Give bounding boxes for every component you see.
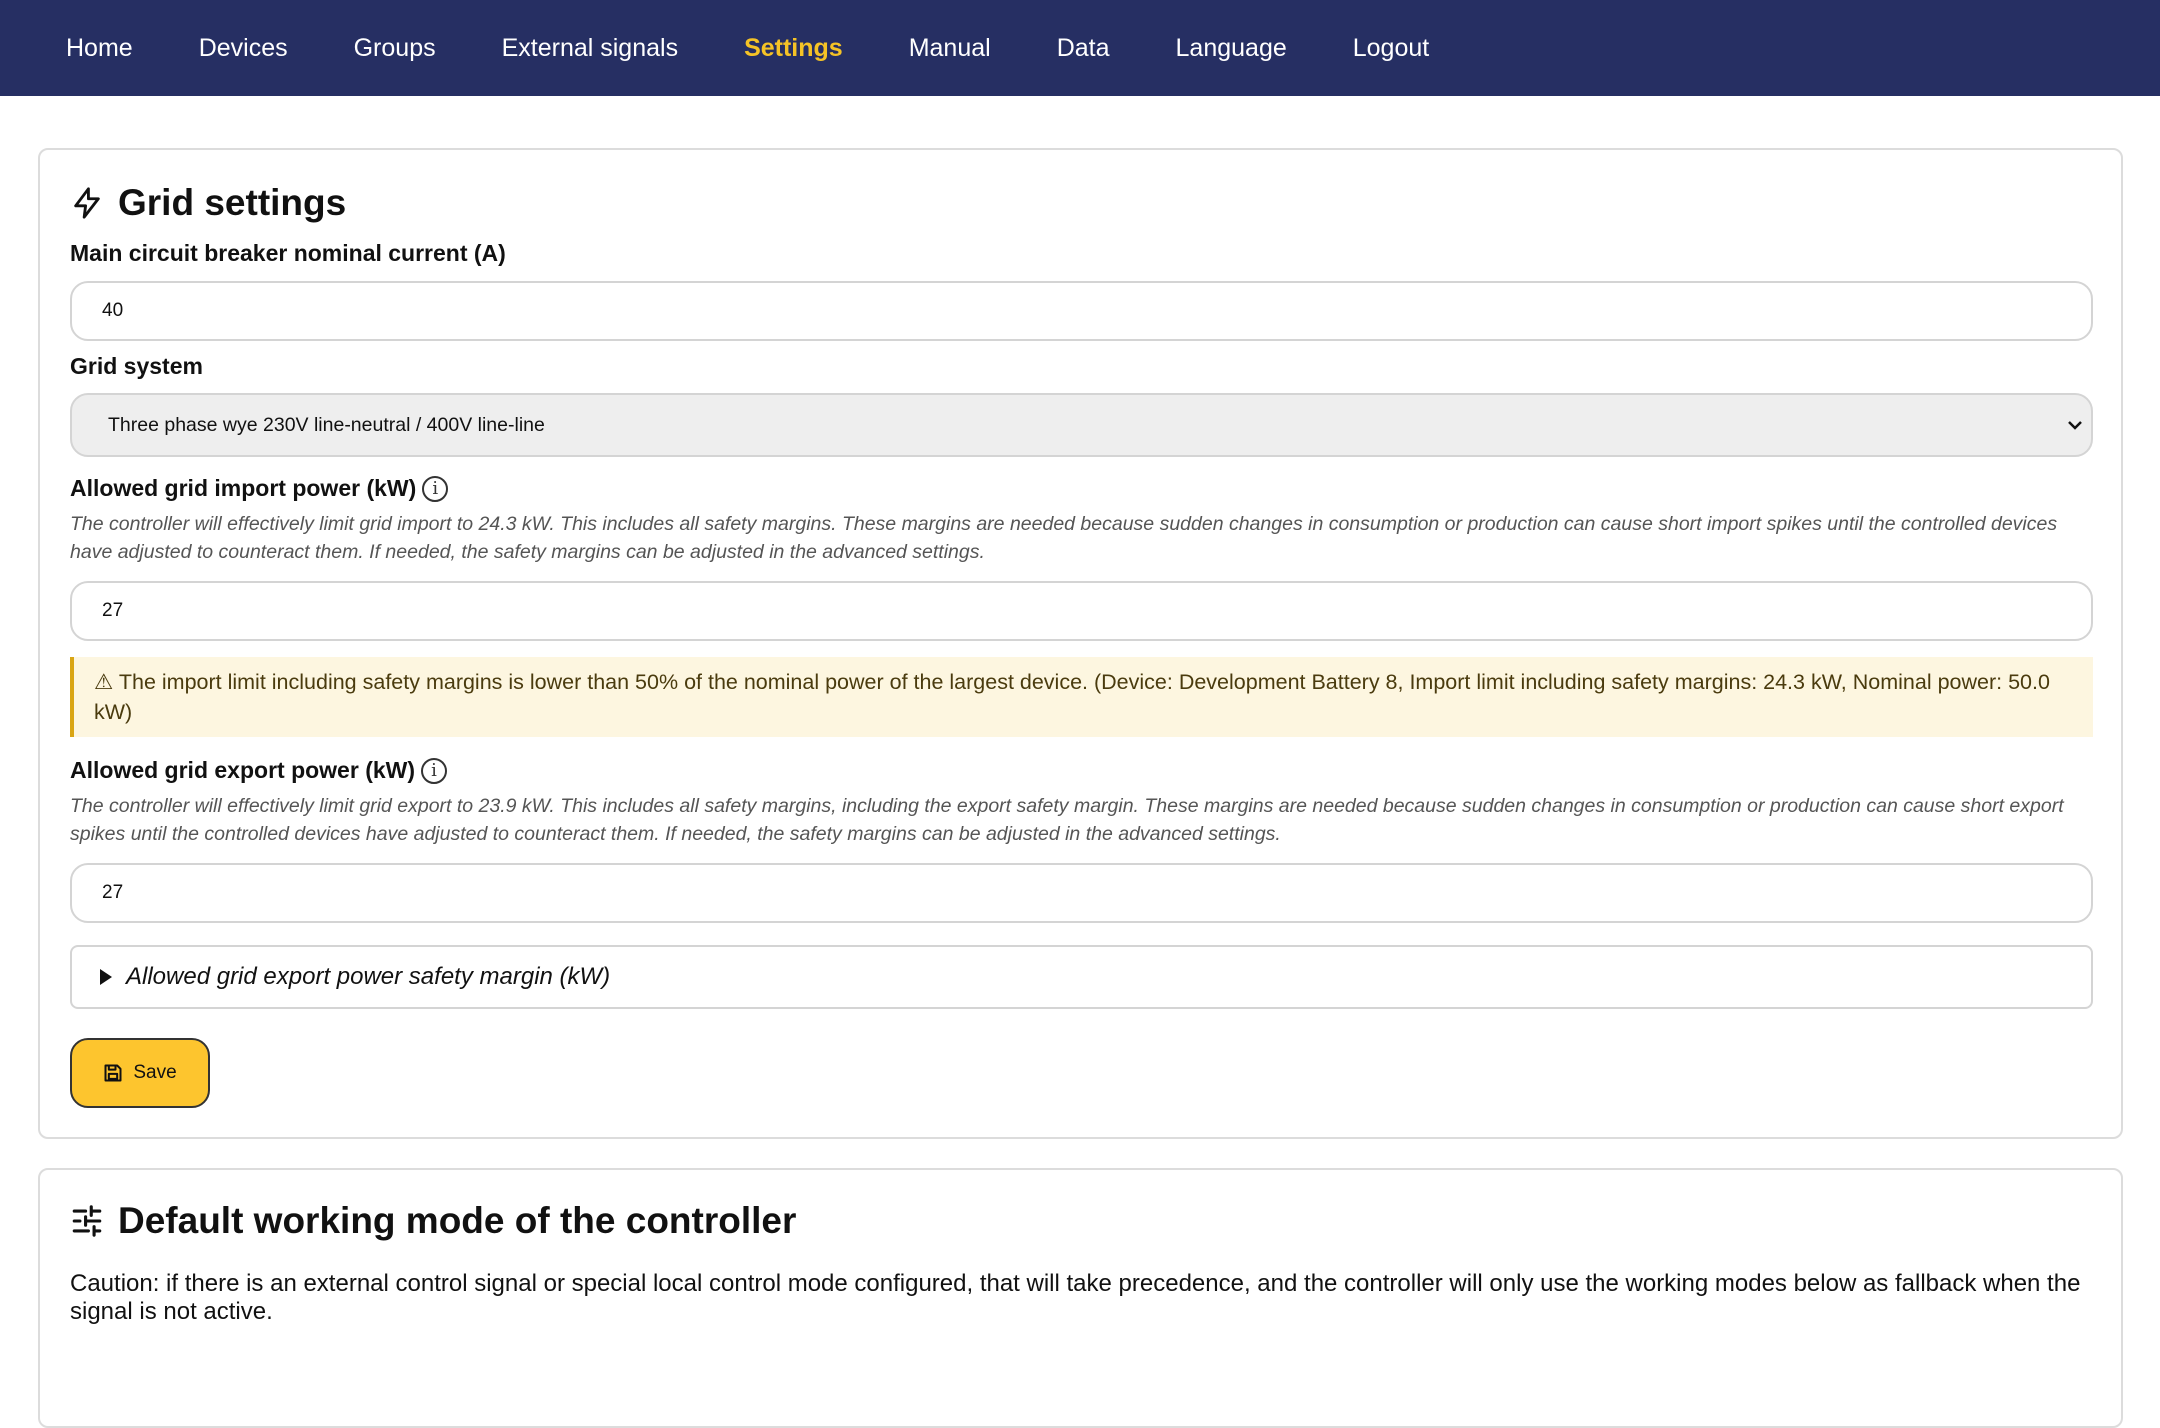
export-label: Allowed grid export power (kW) i: [70, 757, 448, 784]
sliders-icon: [72, 1205, 102, 1237]
breaker-label: Main circuit breaker nominal current (A): [70, 240, 506, 267]
grid-system-label: Grid system: [70, 353, 203, 380]
grid-system-selected-value: Three phase wye 230V line-neutral / 400V…: [108, 413, 545, 436]
breaker-current-input[interactable]: [70, 281, 2093, 341]
nav-groups[interactable]: Groups: [354, 34, 436, 63]
import-warning: ⚠ The import limit including safety marg…: [70, 657, 2093, 737]
nav-data[interactable]: Data: [1057, 34, 1110, 63]
grid-system-select[interactable]: Three phase wye 230V line-neutral / 400V…: [70, 393, 2093, 457]
working-mode-title: Default working mode of the controller: [118, 1200, 797, 1241]
info-icon[interactable]: i: [421, 757, 448, 784]
nav-language[interactable]: Language: [1176, 34, 1287, 63]
nav-external-signals[interactable]: External signals: [502, 34, 678, 63]
import-label-text: Allowed grid import power (kW): [70, 475, 417, 501]
export-safety-margin-toggle[interactable]: Allowed grid export power safety margin …: [70, 945, 2093, 1009]
import-label: Allowed grid import power (kW) i: [70, 475, 449, 502]
import-help-text: The controller will effectively limit gr…: [70, 513, 2058, 563]
export-label-text: Allowed grid export power (kW): [70, 757, 416, 783]
nav-logout[interactable]: Logout: [1353, 34, 1429, 63]
floppy-disk-icon: [104, 1064, 122, 1082]
save-button-label: Save: [133, 1062, 177, 1083]
breaker-label-text: Main circuit breaker nominal current (A): [70, 240, 506, 266]
disclosure-triangle-icon: [100, 969, 112, 985]
grid-settings-card: Grid settings Main circuit breaker nomin…: [38, 148, 2123, 1139]
save-button[interactable]: Save: [70, 1038, 210, 1108]
export-safety-margin-summary: Allowed grid export power safety margin …: [126, 963, 611, 990]
nav-manual[interactable]: Manual: [909, 34, 991, 63]
export-power-input[interactable]: [70, 863, 2093, 923]
grid-settings-title: Grid settings: [118, 182, 347, 223]
caution-text: Caution: if there is an external control…: [70, 1270, 2081, 1325]
export-help-text: The controller will effectively limit gr…: [70, 795, 2064, 845]
nav-devices[interactable]: Devices: [199, 34, 288, 63]
info-icon[interactable]: i: [422, 475, 449, 502]
chevron-down-icon: [2068, 421, 2082, 430]
grid-system-label-text: Grid system: [70, 353, 203, 379]
import-power-input[interactable]: [70, 581, 2093, 641]
working-mode-card: Default working mode of the controller C…: [38, 1168, 2123, 1428]
working-mode-heading: Default working mode of the controller: [70, 1200, 796, 1242]
nav-home[interactable]: Home: [66, 34, 133, 63]
grid-settings-heading: Grid settings: [70, 182, 346, 224]
nav-settings[interactable]: Settings: [744, 34, 843, 63]
lightning-bolt-icon: [74, 187, 100, 219]
top-navigation: Home Devices Groups External signals Set…: [0, 0, 2160, 96]
